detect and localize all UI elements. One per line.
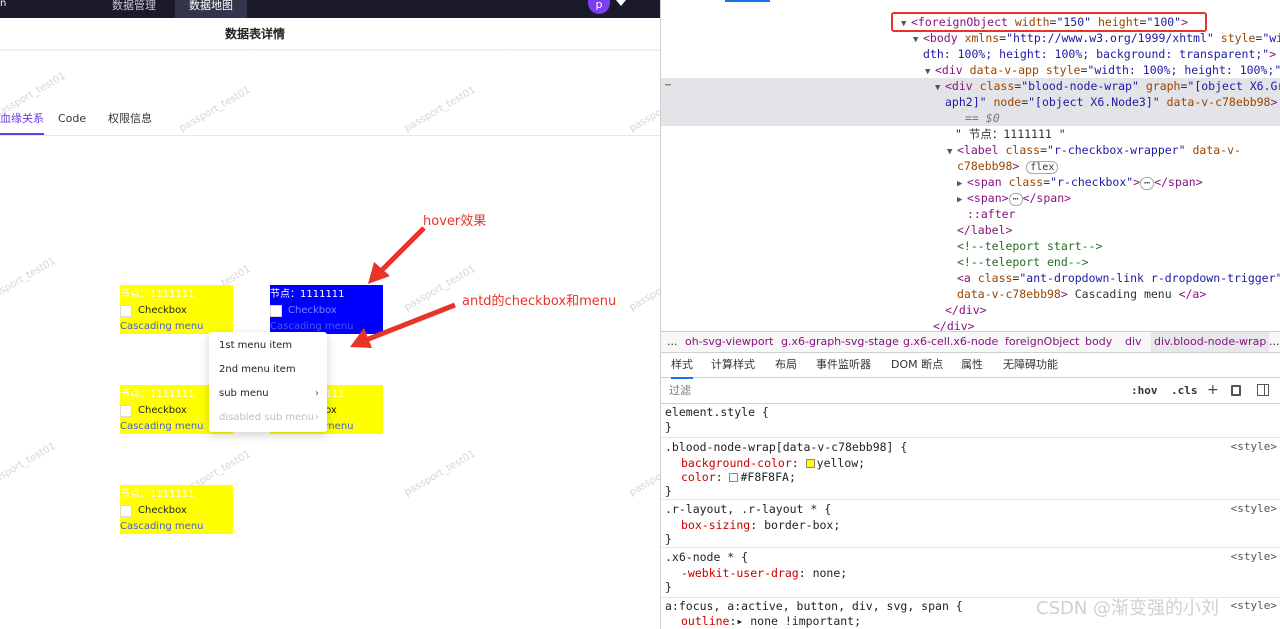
dom-close-div: </div> (945, 303, 987, 317)
rule-origin[interactable]: <style> (1231, 599, 1277, 613)
dom-node-label-cont: c78ebb98> flex (661, 158, 1280, 174)
dom-node-blood-node-wrap-cont: aph2]" node="[object X6.Node3]" data-v-c… (661, 94, 1280, 110)
style-rule-element: element.style { } (661, 404, 1280, 438)
tab-computed[interactable]: 计算样式 (711, 353, 755, 377)
dom-selected-ref: == $0 (661, 110, 1280, 126)
styles-tab-bar: 样式 计算样式 布局 事件监听器 DOM 断点 属性 无障碍功能 (661, 353, 1280, 379)
rule-selector[interactable]: a:focus, a:active, button, div, svg, spa… (665, 599, 963, 613)
rule-close: } (665, 532, 672, 546)
breadcrumb-item[interactable]: g.x6-graph-svg-stage (781, 332, 899, 352)
style-declaration[interactable]: -webkit-user-drag: none; (665, 566, 847, 580)
paint-icon[interactable] (1231, 385, 1241, 396)
dom-node-body-cont: dth: 100%; height: 100%; background: tra… (923, 47, 1277, 61)
dom-node-label[interactable]: ▼ <label class="r-checkbox-wrapper" data-… (661, 142, 1280, 158)
dom-node-app-div[interactable]: ▼ <div data-v-app style="width: 100%; hei… (661, 62, 1280, 78)
arrow-icon (368, 226, 426, 284)
ellipsis-icon[interactable]: ⋯ (1140, 177, 1155, 190)
dom-pseudo-after[interactable]: ::after (661, 206, 1280, 222)
dom-node-blood-node-wrap[interactable]: ▼ <div class="blood-node-wrap" graph="[ob… (661, 78, 1280, 94)
tab-properties[interactable]: 属性 (961, 353, 983, 377)
rule-origin[interactable]: <style> (1231, 502, 1277, 516)
dom-comment: <!--teleport start--> (957, 239, 1103, 253)
arrow-icon (350, 302, 456, 348)
rule-selector[interactable]: element.style { (665, 405, 769, 419)
style-rule-blood-node-wrap: .blood-node-wrap[data-v-c78ebb98] { <sty… (661, 438, 1280, 500)
filter-input[interactable]: 过滤 (669, 378, 691, 403)
tab-accessibility[interactable]: 无障碍功能 (1003, 353, 1058, 377)
dom-text-node[interactable]: " 节点：1111111 " (661, 126, 1280, 142)
flex-badge[interactable]: flex (1026, 161, 1059, 174)
annotation-highlight-box (891, 12, 1207, 32)
hov-toggle[interactable]: :hov (1131, 378, 1158, 403)
tab-styles[interactable]: 样式 (671, 353, 693, 379)
dom-close-div: </div> (933, 319, 975, 331)
style-rule-x6-node: .x6-node * { <style> -webkit-user-drag: … (661, 548, 1280, 598)
color-swatch-icon[interactable] (805, 459, 815, 468)
annotation-arrows (350, 226, 456, 348)
dom-comment: <!--teleport end--> (957, 255, 1089, 269)
rule-selector[interactable]: .r-layout, .r-layout * { (665, 502, 831, 516)
breadcrumb-item[interactable]: oh-svg-viewport (685, 332, 773, 352)
app-preview: ñ 数据管理 数据地图 p 数据表详情 血缘关系 Code 权限信息 passp… (0, 0, 660, 629)
dom-close-label: </label> (957, 223, 1013, 237)
breadcrumb-item-current[interactable]: div.blood-node-wrap (1151, 332, 1270, 352)
breadcrumb-ellipsis[interactable]: ... (667, 332, 678, 352)
rule-close: } (665, 420, 672, 434)
style-declaration[interactable]: box-sizing: border-box; (665, 518, 840, 532)
tab-event-listeners[interactable]: 事件监听器 (816, 353, 871, 377)
tab-layout[interactable]: 布局 (775, 353, 797, 377)
dom-node-span[interactable]: ▶ <span> ⋯ </span> (661, 190, 1280, 206)
rule-origin[interactable]: <style> (1231, 440, 1277, 454)
plus-icon[interactable]: + (1207, 378, 1219, 403)
cls-toggle[interactable]: .cls (1171, 378, 1198, 403)
rule-origin[interactable]: <style> (1231, 550, 1277, 564)
breadcrumb-item[interactable]: g.x6-cell.x6-node (903, 332, 998, 352)
style-rule-r-layout: .r-layout, .r-layout * { <style> box-siz… (661, 500, 1280, 548)
breadcrumb-item[interactable]: foreignObject (1005, 332, 1080, 352)
tab-dom-breakpoints[interactable]: DOM 断点 (891, 353, 943, 377)
breadcrumb-item[interactable]: body (1085, 332, 1112, 352)
watermark-csdn: CSDN @渐变强的小刘 (1036, 598, 1220, 619)
rule-selector[interactable]: .x6-node * { (665, 550, 748, 564)
style-declaration[interactable]: background-color: yellow; (665, 456, 865, 470)
color-swatch-icon[interactable] (729, 473, 739, 482)
rule-close: } (665, 580, 672, 594)
dom-node-anchor-cont: data-v-c78ebb98> Cascading menu </a> (957, 287, 1207, 301)
styles-filter-bar: 过滤 :hov .cls + (661, 378, 1280, 404)
dom-node-body[interactable]: ▼ <body xmlns="http://www.w3.org/1999/xht… (661, 30, 1280, 46)
ellipsis-icon[interactable]: ⋯ (665, 80, 671, 91)
style-declaration[interactable]: color: #F8F8FA; (665, 470, 796, 484)
breadcrumb-item[interactable]: div (1125, 332, 1142, 352)
dom-breadcrumb: ... oh-svg-viewport g.x6-graph-svg-stage… (661, 331, 1280, 353)
elements-tree: ▼ <foreignObject width="150" height="100"… (661, 0, 1280, 331)
active-tab-indicator (725, 0, 770, 2)
style-declaration[interactable]: outline:▸ none !important; (665, 614, 861, 628)
devtools-panel: ▼ <foreignObject width="150" height="100"… (660, 0, 1280, 629)
sidebar-toggle-icon[interactable] (1257, 384, 1269, 396)
rule-selector[interactable]: .blood-node-wrap[data-v-c78ebb98] { (665, 440, 907, 454)
ellipsis-icon[interactable]: ⋯ (1008, 193, 1023, 206)
breadcrumb-ellipsis[interactable]: ... (1269, 332, 1280, 352)
rule-close: } (665, 484, 672, 498)
dom-node-span-checkbox[interactable]: ▶ <span class="r-checkbox"> ⋯ </span> (661, 174, 1280, 190)
dom-node-anchor[interactable]: <a class="ant-dropdown-link r-dropdown-t… (661, 270, 1280, 286)
